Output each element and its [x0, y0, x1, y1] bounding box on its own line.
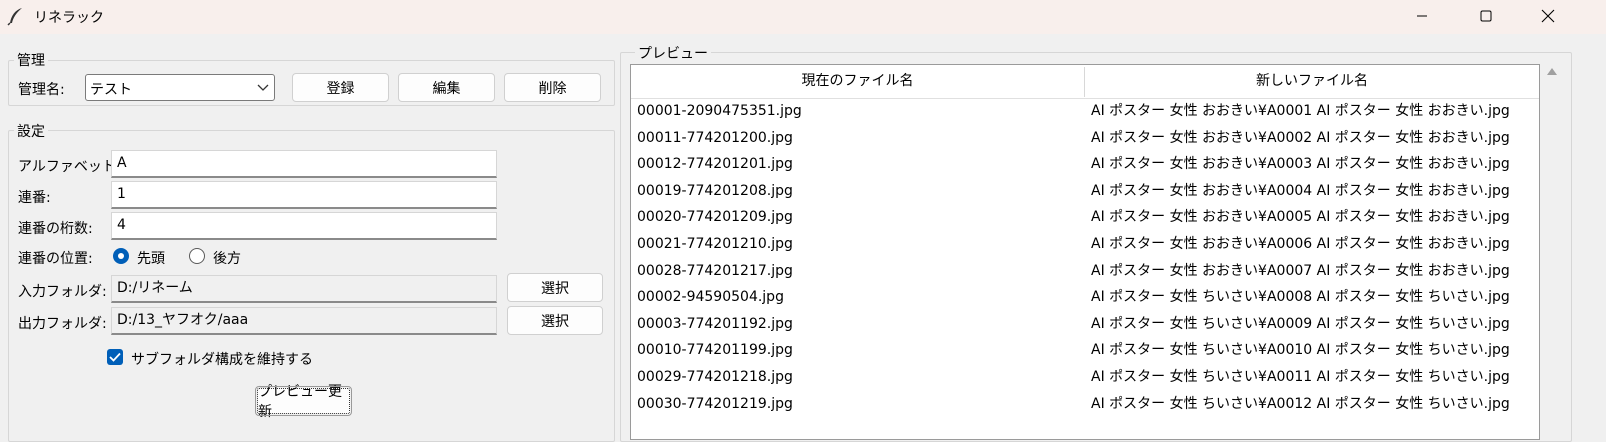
- feather-icon: [7, 8, 22, 26]
- alphabet-label: アルファベット:: [18, 159, 121, 175]
- maximize-icon: [1480, 10, 1492, 22]
- table-row[interactable]: 00011-774201200.jpg AI ポスター 女性 おおきい¥A0002…: [631, 125, 1539, 152]
- title-bar: リネラック: [0, 0, 1606, 34]
- position-option-head-label: 先頭: [137, 251, 165, 267]
- current-filename-cell: 00002-94590504.jpg: [637, 289, 784, 306]
- new-filename-cell: AI ポスター 女性 おおきい¥A0003 AI ポスター 女性 おおきい.jp…: [1091, 156, 1510, 173]
- update-preview-button[interactable]: プレビュー更新: [255, 384, 352, 420]
- management-group-title: 管理: [14, 50, 48, 70]
- scroll-up-arrow-icon[interactable]: [1546, 66, 1558, 76]
- management-name-label: 管理名:: [18, 82, 65, 98]
- table-row[interactable]: 00030-774201219.jpg AI ポスター 女性 ちいさい¥A0012…: [631, 391, 1539, 418]
- new-filename-cell: AI ポスター 女性 おおきい¥A0001 AI ポスター 女性 おおきい.jp…: [1091, 103, 1510, 119]
- select-output-folder-button[interactable]: 選択: [507, 306, 603, 335]
- position-radio-head[interactable]: [113, 248, 129, 264]
- column-header-current[interactable]: 現在のファイル名: [631, 65, 1084, 98]
- current-filename-cell: 00021-774201210.jpg: [637, 236, 793, 252]
- table-row[interactable]: 00002-94590504.jpg AI ポスター 女性 ちいさい¥A0008 …: [631, 284, 1539, 311]
- current-filename-cell: 00019-774201208.jpg: [637, 182, 793, 199]
- new-filename-cell: AI ポスター 女性 おおきい¥A0007 AI ポスター 女性 おおきい.jp…: [1091, 262, 1510, 279]
- digits-input[interactable]: 4: [111, 212, 497, 240]
- alphabet-input[interactable]: A: [111, 150, 497, 178]
- new-filename-cell: AI ポスター 女性 おおきい¥A0006 AI ポスター 女性 おおきい.jp…: [1091, 236, 1510, 252]
- column-header-new[interactable]: 新しいファイル名: [1085, 65, 1539, 98]
- current-filename-cell: 00003-774201192.jpg: [637, 315, 793, 332]
- current-filename-cell: 00011-774201200.jpg: [637, 129, 793, 146]
- edit-button[interactable]: 編集: [398, 73, 495, 102]
- minimize-icon: [1417, 15, 1427, 17]
- settings-group-title: 設定: [14, 121, 48, 141]
- current-filename-cell: 00020-774201209.jpg: [637, 209, 793, 226]
- input-folder-label: 入力フォルダ:: [18, 284, 107, 300]
- close-icon: [1541, 9, 1555, 23]
- table-row[interactable]: 00001-2090475351.jpg AI ポスター 女性 おおきい¥A000…: [631, 98, 1539, 125]
- delete-button[interactable]: 削除: [504, 73, 601, 102]
- sequence-label: 連番:: [18, 190, 51, 206]
- output-folder-label: 出力フォルダ:: [18, 316, 107, 332]
- sequence-input[interactable]: 1: [111, 181, 497, 209]
- current-filename-cell: 00030-774201219.jpg: [637, 395, 793, 412]
- new-filename-cell: AI ポスター 女性 ちいさい¥A0008 AI ポスター 女性 ちいさい.jp…: [1091, 289, 1510, 306]
- input-folder-field[interactable]: D:/リネーム: [111, 275, 497, 303]
- close-button[interactable]: [1520, 0, 1576, 32]
- checkmark-icon: [109, 352, 121, 362]
- current-filename-cell: 00012-774201201.jpg: [637, 156, 793, 173]
- new-filename-cell: AI ポスター 女性 ちいさい¥A0011 AI ポスター 女性 ちいさい.jp…: [1091, 369, 1510, 385]
- preview-table[interactable]: 現在のファイル名 新しいファイル名 00001-2090475351.jpg AI…: [630, 64, 1540, 440]
- chevron-down-icon: [257, 84, 269, 91]
- table-row[interactable]: 00012-774201201.jpg AI ポスター 女性 おおきい¥A0003…: [631, 151, 1539, 178]
- digits-label: 連番の桁数:: [18, 221, 93, 237]
- table-header: 現在のファイル名 新しいファイル名: [631, 65, 1539, 99]
- current-filename-cell: 00028-774201217.jpg: [637, 262, 793, 279]
- management-name-value: テスト: [90, 82, 132, 98]
- select-input-folder-button[interactable]: 選択: [507, 273, 603, 302]
- minimize-button[interactable]: [1394, 0, 1450, 32]
- new-filename-cell: AI ポスター 女性 ちいさい¥A0010 AI ポスター 女性 ちいさい.jp…: [1091, 342, 1510, 359]
- register-button[interactable]: 登録: [292, 73, 389, 102]
- table-row[interactable]: 00003-774201192.jpg AI ポスター 女性 ちいさい¥A0009…: [631, 311, 1539, 338]
- table-row[interactable]: 00028-774201217.jpg AI ポスター 女性 おおきい¥A0007…: [631, 258, 1539, 285]
- keep-subfolders-label: サブフォルダ構成を維持する: [131, 352, 313, 368]
- current-filename-cell: 00029-774201218.jpg: [637, 369, 793, 385]
- table-row[interactable]: 00020-774201209.jpg AI ポスター 女性 おおきい¥A0005…: [631, 204, 1539, 231]
- position-option-tail-label: 後方: [213, 251, 241, 267]
- maximize-button[interactable]: [1458, 0, 1514, 32]
- table-row[interactable]: 00021-774201210.jpg AI ポスター 女性 おおきい¥A0006…: [631, 231, 1539, 258]
- new-filename-cell: AI ポスター 女性 おおきい¥A0004 AI ポスター 女性 おおきい.jp…: [1091, 182, 1510, 199]
- new-filename-cell: AI ポスター 女性 ちいさい¥A0012 AI ポスター 女性 ちいさい.jp…: [1091, 395, 1510, 412]
- current-filename-cell: 00010-774201199.jpg: [637, 342, 793, 359]
- window-title: リネラック: [34, 10, 104, 26]
- management-name-combo[interactable]: テスト: [85, 74, 275, 101]
- position-radio-tail[interactable]: [189, 248, 205, 264]
- table-row[interactable]: 00019-774201208.jpg AI ポスター 女性 おおきい¥A0004…: [631, 178, 1539, 205]
- new-filename-cell: AI ポスター 女性 おおきい¥A0002 AI ポスター 女性 おおきい.jp…: [1091, 129, 1510, 146]
- table-row[interactable]: 00010-774201199.jpg AI ポスター 女性 ちいさい¥A0010…: [631, 337, 1539, 364]
- preview-group-title: プレビュー: [635, 43, 711, 63]
- new-filename-cell: AI ポスター 女性 ちいさい¥A0009 AI ポスター 女性 ちいさい.jp…: [1091, 315, 1510, 332]
- new-filename-cell: AI ポスター 女性 おおきい¥A0005 AI ポスター 女性 おおきい.jp…: [1091, 209, 1510, 226]
- output-folder-field[interactable]: D:/13_ヤフオク/aaa: [111, 307, 497, 335]
- current-filename-cell: 00001-2090475351.jpg: [637, 103, 802, 119]
- position-label: 連番の位置:: [18, 251, 93, 267]
- table-row[interactable]: 00029-774201218.jpg AI ポスター 女性 ちいさい¥A0011…: [631, 364, 1539, 391]
- keep-subfolders-checkbox[interactable]: [107, 349, 123, 365]
